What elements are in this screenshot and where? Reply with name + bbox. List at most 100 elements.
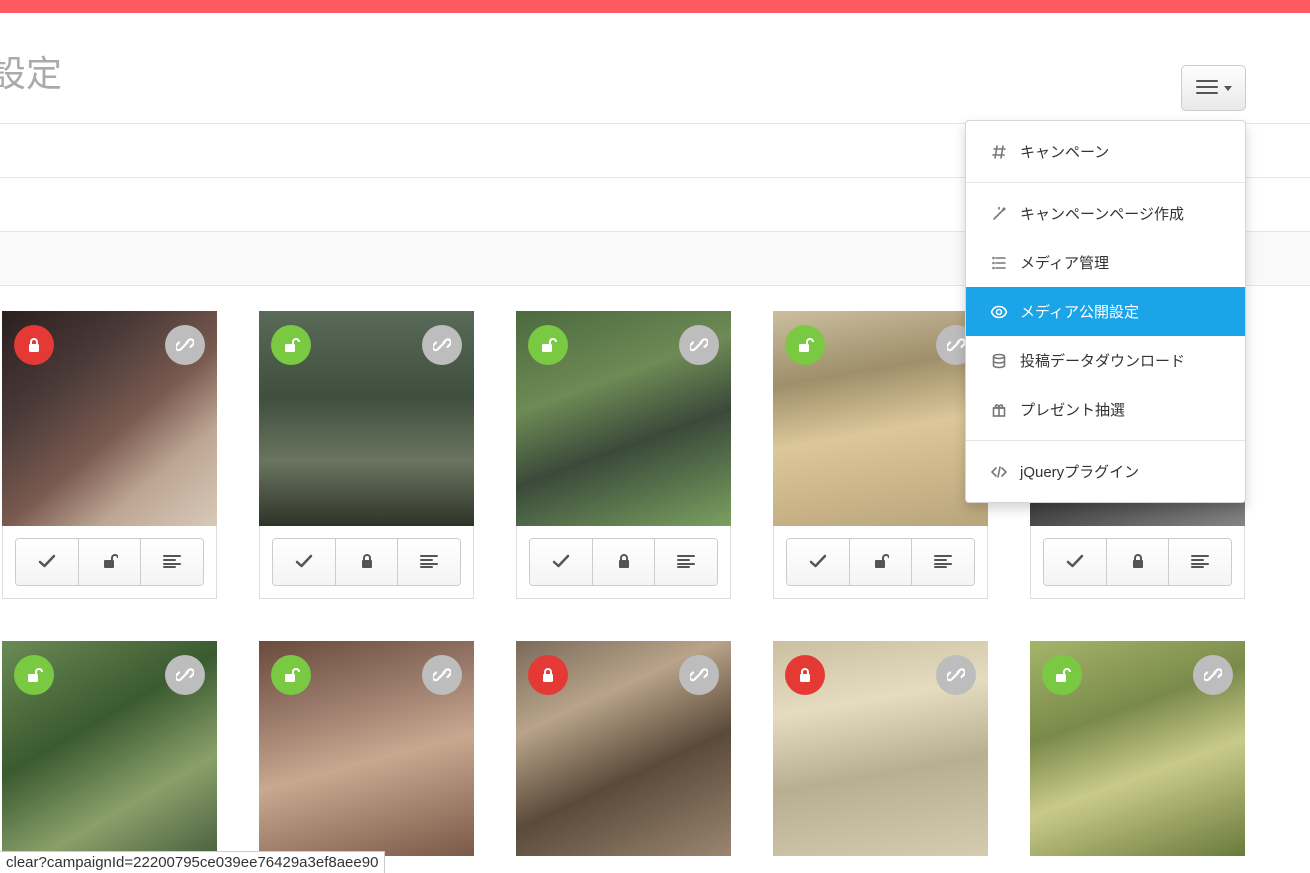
details-button[interactable] — [141, 539, 203, 585]
approve-button[interactable] — [787, 539, 850, 585]
link-badge[interactable] — [936, 655, 976, 695]
media-thumbnail[interactable] — [516, 641, 731, 856]
link-badge[interactable] — [165, 655, 205, 695]
media-action-group — [786, 538, 975, 586]
media-thumbnail[interactable] — [259, 311, 474, 526]
media-card-footer — [259, 526, 474, 599]
unlock-icon — [102, 553, 118, 572]
lock-icon — [360, 553, 374, 572]
align-icon — [934, 554, 952, 571]
menu-toggle-button[interactable] — [1181, 65, 1246, 111]
details-button[interactable] — [1169, 539, 1231, 585]
menu-item-label: 投稿データダウンロード — [1020, 350, 1185, 371]
media-card — [2, 311, 217, 599]
approve-button[interactable] — [1044, 539, 1107, 585]
link-badge[interactable] — [1193, 655, 1233, 695]
check-icon — [809, 553, 827, 572]
media-thumbnail[interactable] — [259, 641, 474, 856]
db-icon — [990, 352, 1008, 370]
menu-item-db[interactable]: 投稿データダウンロード — [966, 336, 1245, 385]
media-action-group — [1043, 538, 1232, 586]
approve-button[interactable] — [16, 539, 79, 585]
menu-item-label: メディア公開設定 — [1020, 301, 1139, 322]
toggle-lock-button[interactable] — [593, 539, 656, 585]
menu-item-eye[interactable]: メディア公開設定 — [966, 287, 1245, 336]
media-thumbnail[interactable] — [1030, 641, 1245, 856]
media-thumbnail[interactable] — [2, 311, 217, 526]
media-thumbnail[interactable] — [773, 311, 988, 526]
align-icon — [420, 554, 438, 571]
unlocked-badge[interactable] — [528, 325, 568, 365]
locked-badge[interactable] — [785, 655, 825, 695]
dropdown-separator — [966, 440, 1245, 441]
media-action-group — [529, 538, 718, 586]
details-button[interactable] — [912, 539, 974, 585]
media-card — [516, 641, 731, 856]
toggle-lock-button[interactable] — [79, 539, 142, 585]
approve-button[interactable] — [273, 539, 336, 585]
lock-icon — [1131, 553, 1145, 572]
page-title: 設定 — [0, 13, 1310, 123]
locked-badge[interactable] — [14, 325, 54, 365]
unlocked-badge[interactable] — [785, 325, 825, 365]
hash-icon — [990, 143, 1008, 161]
media-thumbnail[interactable] — [2, 641, 217, 856]
unlocked-badge[interactable] — [14, 655, 54, 695]
wand-icon — [990, 205, 1008, 223]
unlocked-badge[interactable] — [1042, 655, 1082, 695]
menu-item-gift[interactable]: プレゼント抽選 — [966, 385, 1245, 434]
menu-item-label: メディア管理 — [1020, 252, 1109, 273]
media-thumbnail[interactable] — [516, 311, 731, 526]
media-action-group — [272, 538, 461, 586]
details-button[interactable] — [655, 539, 717, 585]
dropdown-separator — [966, 182, 1245, 183]
media-card — [773, 641, 988, 856]
menu-item-label: キャンペーンページ作成 — [1020, 203, 1184, 224]
toggle-lock-button[interactable] — [336, 539, 399, 585]
align-icon — [1191, 554, 1209, 571]
link-badge[interactable] — [422, 655, 462, 695]
media-card — [516, 311, 731, 599]
unlocked-badge[interactable] — [271, 325, 311, 365]
media-action-group — [15, 538, 204, 586]
caret-down-icon — [1224, 86, 1232, 91]
menu-item-hash[interactable]: キャンペーン — [966, 127, 1245, 176]
menu-item-wand[interactable]: キャンペーンページ作成 — [966, 189, 1245, 238]
menu-item-label: jQueryプラグイン — [1020, 461, 1139, 482]
menu-item-code[interactable]: jQueryプラグイン — [966, 447, 1245, 496]
check-icon — [38, 553, 56, 572]
media-card — [259, 641, 474, 856]
lock-icon — [617, 553, 631, 572]
gift-icon — [990, 401, 1008, 419]
check-icon — [295, 553, 313, 572]
code-icon — [990, 463, 1008, 481]
link-badge[interactable] — [679, 325, 719, 365]
toggle-lock-button[interactable] — [850, 539, 913, 585]
media-card-footer — [2, 526, 217, 599]
media-card — [259, 311, 474, 599]
media-card — [773, 311, 988, 599]
media-card-footer — [516, 526, 731, 599]
locked-badge[interactable] — [528, 655, 568, 695]
link-badge[interactable] — [679, 655, 719, 695]
details-button[interactable] — [398, 539, 460, 585]
top-accent-bar — [0, 0, 1310, 13]
media-thumbnail[interactable] — [773, 641, 988, 856]
align-icon — [163, 554, 181, 571]
menu-item-label: プレゼント抽選 — [1020, 399, 1125, 420]
menu-item-list[interactable]: メディア管理 — [966, 238, 1245, 287]
menu-item-label: キャンペーン — [1020, 141, 1109, 162]
approve-button[interactable] — [530, 539, 593, 585]
media-card — [2, 641, 217, 856]
toggle-lock-button[interactable] — [1107, 539, 1170, 585]
menu-icon — [1196, 79, 1218, 98]
media-card-footer — [1030, 526, 1245, 599]
media-card-footer — [773, 526, 988, 599]
status-bar-url: clear?campaignId=22200795ce039ee76429a3e… — [0, 851, 385, 873]
check-icon — [552, 553, 570, 572]
align-icon — [677, 554, 695, 571]
unlock-icon — [873, 553, 889, 572]
unlocked-badge[interactable] — [271, 655, 311, 695]
link-badge[interactable] — [165, 325, 205, 365]
link-badge[interactable] — [422, 325, 462, 365]
